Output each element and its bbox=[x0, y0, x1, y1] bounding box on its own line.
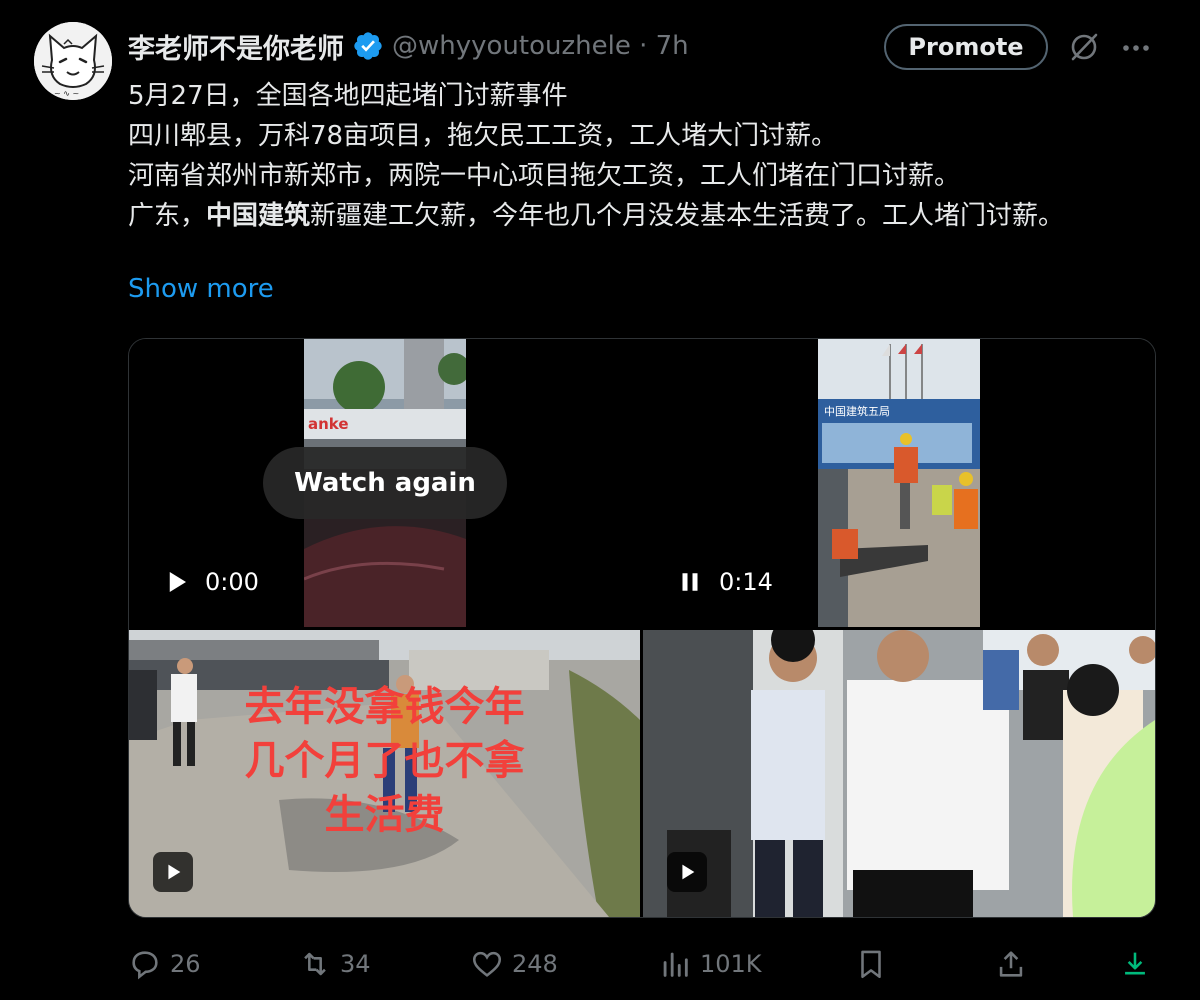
repost-count: 34 bbox=[340, 950, 371, 978]
repost-button[interactable]: 34 bbox=[298, 944, 371, 984]
sign-text: 中国建筑五局 bbox=[824, 404, 890, 418]
tweet-header: 李老师不是你老师 @whyyoutouzhele · 7h bbox=[128, 26, 689, 66]
video-3-caption: 去年没拿钱今年 几个月了也不拿 生活费 bbox=[129, 680, 640, 842]
caption-line: 去年没拿钱今年 bbox=[244, 684, 525, 730]
cat-doodle-avatar-icon: ~ ∿ ~ bbox=[34, 22, 112, 100]
watch-again-button[interactable]: Watch again bbox=[263, 447, 507, 519]
media-grid: anke Watch again 0:00 中国建筑五局 0:14 去年没拿钱今… bbox=[128, 338, 1156, 918]
sign-text: anke bbox=[308, 415, 349, 433]
more-icon[interactable] bbox=[1118, 30, 1154, 66]
video-player-2[interactable]: 中国建筑五局 0:14 bbox=[643, 339, 1155, 627]
video-4-play-button[interactable] bbox=[667, 852, 707, 892]
share-icon bbox=[999, 951, 1023, 977]
video-1-controls: 0:00 bbox=[161, 567, 259, 597]
pause-icon[interactable] bbox=[675, 567, 705, 597]
video-player-1[interactable]: anke Watch again 0:00 bbox=[129, 339, 640, 627]
download-button[interactable] bbox=[1118, 944, 1152, 984]
author-display-name[interactable]: 李老师不是你老师 bbox=[128, 27, 344, 66]
video-1-time: 0:00 bbox=[205, 568, 259, 596]
heart-icon bbox=[472, 951, 502, 977]
like-button[interactable]: 248 bbox=[470, 944, 558, 984]
video-player-3[interactable]: 去年没拿钱今年 几个月了也不拿 生活费 bbox=[129, 630, 640, 917]
repost-icon bbox=[304, 952, 326, 976]
video-2-controls: 0:14 bbox=[675, 567, 773, 597]
tweet-body: 5月27日，全国各地四起堵门讨薪事件 四川郫县，万科78亩项目，拖欠民工工资，工… bbox=[128, 76, 1168, 236]
bookmark-icon bbox=[861, 950, 881, 979]
caption-line: 几个月了也不拿 bbox=[244, 738, 525, 784]
share-button[interactable] bbox=[994, 944, 1028, 984]
video-player-4[interactable] bbox=[643, 630, 1155, 917]
author-handle-time[interactable]: @whyyoutouzhele · 7h bbox=[392, 31, 689, 61]
reply-button[interactable]: 26 bbox=[128, 944, 201, 984]
video-2-time: 0:14 bbox=[719, 568, 773, 596]
video-4-thumbnail bbox=[643, 630, 1155, 917]
grok-icon[interactable] bbox=[1066, 29, 1102, 65]
tweet-line: 四川郫县，万科78亩项目，拖欠民工工资，工人堵大门讨薪。 bbox=[128, 121, 838, 151]
video-2-thumbnail: 中国建筑五局 bbox=[818, 339, 980, 627]
download-icon bbox=[1125, 952, 1145, 975]
promote-button[interactable]: Promote bbox=[884, 24, 1048, 70]
tweet-line: 5月27日，全国各地四起堵门讨薪事件 bbox=[128, 81, 568, 111]
tweet-line: 河南省郑州市新郑市，两院一中心项目拖欠工资，工人们堵在门口讨薪。 bbox=[128, 161, 961, 191]
play-icon bbox=[168, 864, 181, 880]
tweet-line: 广东，中国建筑新疆建工欠薪，今年也几个月没发基本生活费了。工人堵门讨薪。 bbox=[128, 196, 1168, 236]
video-3-play-button[interactable] bbox=[153, 852, 193, 892]
caption-line: 生活费 bbox=[324, 792, 445, 838]
like-count: 248 bbox=[512, 950, 558, 978]
tweet-action-bar: 26 34 248 101K bbox=[128, 944, 1158, 984]
views-button[interactable]: 101K bbox=[658, 944, 762, 984]
tweet-bold-mention[interactable]: 中国建筑 bbox=[206, 201, 310, 231]
author-avatar[interactable]: ~ ∿ ~ bbox=[34, 22, 112, 100]
view-count: 101K bbox=[700, 950, 762, 978]
play-icon bbox=[682, 864, 695, 880]
play-icon[interactable] bbox=[161, 567, 191, 597]
views-icon bbox=[663, 952, 688, 977]
tweet-line-suffix: 新疆建工欠薪，今年也几个月没发基本生活费了。工人堵门讨薪。 bbox=[310, 201, 1065, 231]
svg-text:~ ∿ ~: ~ ∿ ~ bbox=[54, 89, 79, 98]
reply-icon bbox=[132, 951, 158, 980]
tweet-line-prefix: 广东， bbox=[128, 201, 207, 231]
show-more-link[interactable]: Show more bbox=[128, 274, 274, 304]
verified-badge-icon bbox=[354, 32, 382, 60]
bookmark-button[interactable] bbox=[854, 944, 888, 984]
reply-count: 26 bbox=[170, 950, 201, 978]
